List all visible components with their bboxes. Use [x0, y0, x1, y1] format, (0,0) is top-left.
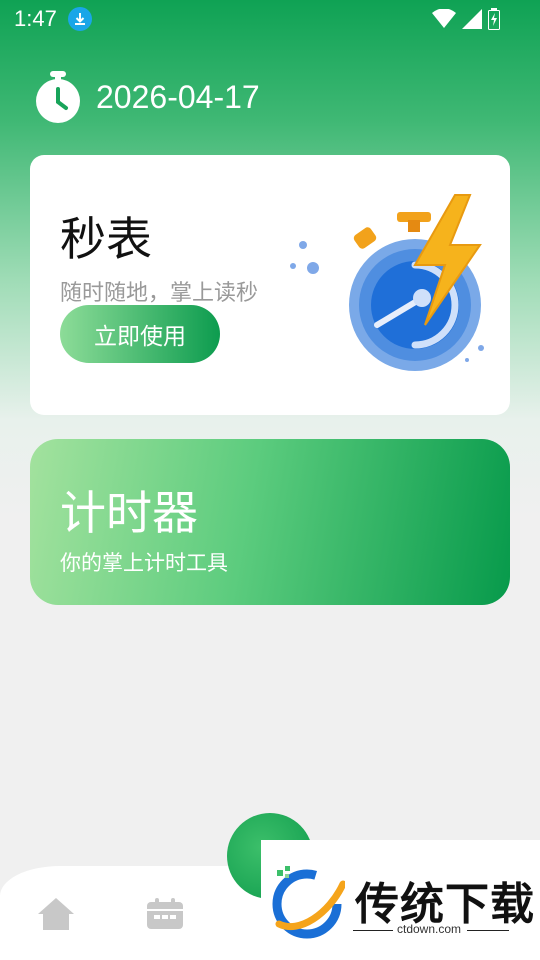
watermark-logo-icon [269, 864, 347, 940]
watermark-divider [353, 930, 393, 931]
stopwatch-card[interactable]: 秒表 随时随地，掌上读秒 立即使用 [30, 155, 510, 415]
status-bar: 1:47 [0, 0, 540, 40]
watermark: 传统下载 ctdown.com [261, 840, 540, 960]
calendar-nav-icon[interactable] [146, 898, 184, 930]
timer-title: 计时器 [60, 486, 198, 540]
watermark-divider [467, 930, 509, 931]
wifi-icon [432, 8, 456, 33]
signal-icon [462, 9, 482, 33]
battery-icon [488, 8, 500, 34]
status-time: 1:47 [14, 6, 57, 31]
use-now-button[interactable]: 立即使用 [60, 305, 220, 363]
date-header: 2026-04-17 [34, 68, 260, 126]
stopwatch-subtitle: 随时随地，掌上读秒 [60, 281, 259, 306]
stopwatch-title: 秒表 [60, 212, 152, 266]
current-date: 2026-04-17 [96, 78, 260, 115]
timer-subtitle: 你的掌上计时工具 [60, 551, 228, 575]
download-notification-icon [68, 7, 92, 31]
stopwatch-illustration-icon [285, 190, 485, 390]
home-nav-icon[interactable] [36, 896, 76, 932]
stopwatch-icon [34, 69, 82, 125]
watermark-url: ctdown.com [397, 922, 462, 936]
timer-card[interactable]: 计时器 你的掌上计时工具 [30, 439, 510, 605]
